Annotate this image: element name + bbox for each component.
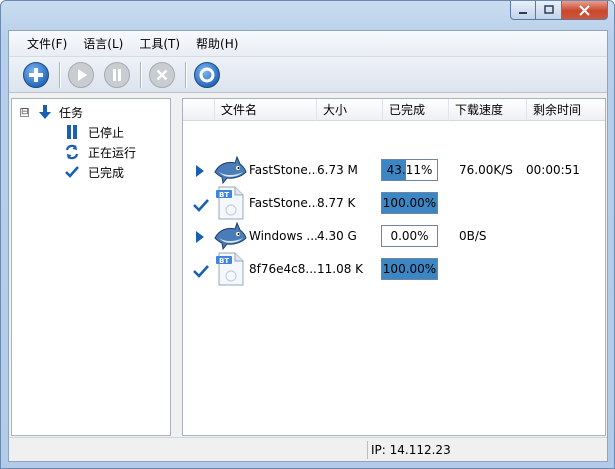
column-header-name[interactable]: 文件名 <box>215 99 317 121</box>
download-speed <box>459 253 531 286</box>
file-name: Windows ... <box>249 229 317 243</box>
play-triangle-icon <box>196 165 204 177</box>
menu-help[interactable]: 帮助(H) <box>188 33 246 54</box>
file-name: 8f76e4c8... <box>249 262 317 276</box>
minimize-icon <box>519 12 527 14</box>
progress-text: 100.00% <box>382 262 437 276</box>
plus-circle-icon <box>23 61 49 88</box>
file-name: FastStone... <box>249 196 317 210</box>
tree-item-stopped[interactable]: 已停止 <box>64 123 124 141</box>
check-icon <box>193 199 209 212</box>
bt-file-icon: BT <box>216 252 244 286</box>
status-divider <box>367 441 368 459</box>
time-remaining: 00:00:51 <box>526 163 580 177</box>
tree-label: 已停止 <box>88 125 125 140</box>
download-speed: 76.00K/S <box>459 163 513 177</box>
table-row[interactable]: BT FastStone... 8.77 K 100.00% <box>183 186 605 220</box>
tree-label: 任务 <box>59 105 84 120</box>
progress-bar: 43.11% <box>381 159 438 181</box>
check-icon <box>193 265 209 278</box>
delete-button[interactable] <box>147 60 177 90</box>
file-size: 11.08 K <box>317 262 364 276</box>
status-bar: IP: 14.112.23 <box>9 437 607 461</box>
shark-icon <box>214 222 247 250</box>
file-size: 8.77 K <box>317 196 356 210</box>
progress-text: 100.00% <box>382 196 437 210</box>
collapse-toggle[interactable]: ⊟ <box>20 107 29 117</box>
shark-icon <box>214 156 247 184</box>
app-window: 文件(F) 语言(L) 工具(T) 帮助(H) ⊟ 任务 已停止 正在运行 已完… <box>0 0 615 469</box>
list-header: 文件名 大小 已完成 下载速度 剩余时间 <box>183 99 605 121</box>
ring-icon <box>194 61 220 88</box>
progress-bar: 100.00% <box>381 258 438 280</box>
tree-item-completed[interactable]: 已完成 <box>64 163 124 181</box>
menu-bar: 文件(F) 语言(L) 工具(T) 帮助(H) <box>9 31 607 57</box>
settings-button[interactable] <box>192 60 222 90</box>
toolbar-separator <box>140 61 141 88</box>
task-tree: ⊟ 任务 已停止 正在运行 已完成 <box>11 98 171 436</box>
tree-root-tasks[interactable]: ⊟ 任务 <box>20 103 83 121</box>
minimize-button[interactable] <box>510 1 536 20</box>
svg-text:BT: BT <box>219 191 229 199</box>
bt-file-icon: BT <box>216 186 244 220</box>
column-header-speed[interactable]: 下载速度 <box>449 99 527 121</box>
toolbar-separator <box>59 61 60 88</box>
column-header-remaining[interactable]: 剩余时间 <box>527 99 605 121</box>
tree-label: 正在运行 <box>88 145 137 160</box>
header-spacer <box>183 99 215 121</box>
window-controls <box>510 1 608 20</box>
start-button[interactable] <box>66 60 96 90</box>
column-header-progress[interactable]: 已完成 <box>383 99 449 121</box>
menu-language[interactable]: 语言(L) <box>75 33 131 54</box>
time-remaining <box>526 220 605 253</box>
close-button[interactable] <box>562 1 608 20</box>
table-row[interactable]: BT 8f76e4c8... 11.08 K 100.00% <box>183 252 605 286</box>
table-row[interactable]: Windows ... 4.30 G 0.00% 0B/S <box>183 220 605 253</box>
ip-address: IP: 14.112.23 <box>371 443 451 457</box>
maximize-button[interactable] <box>536 1 562 20</box>
file-name: FastStone... <box>249 163 317 177</box>
file-size: 6.73 M <box>317 163 358 177</box>
check-icon <box>65 166 79 178</box>
time-remaining <box>526 187 605 220</box>
progress-text: 43.11% <box>386 163 433 177</box>
file-size: 4.30 G <box>317 229 357 243</box>
play-icon <box>68 61 94 88</box>
down-arrow-icon <box>39 105 51 119</box>
progress-bar: 100.00% <box>381 192 438 214</box>
tree-label: 已完成 <box>88 165 125 180</box>
toolbar <box>9 57 607 93</box>
title-bar[interactable] <box>1 1 614 27</box>
progress-text: 0.00% <box>390 229 429 243</box>
download-speed: 0B/S <box>459 229 487 243</box>
maximize-icon <box>543 5 554 14</box>
download-list: 文件名 大小 已完成 下载速度 剩余时间 FastStone... 6.73 M <box>182 98 606 436</box>
add-task-button[interactable] <box>21 60 51 90</box>
column-header-size[interactable]: 大小 <box>317 99 383 121</box>
progress-bar: 0.00% <box>381 225 438 247</box>
play-triangle-icon <box>196 231 204 243</box>
toolbar-separator <box>185 61 186 88</box>
client-area: 文件(F) 语言(L) 工具(T) 帮助(H) ⊟ 任务 已停止 正在运行 已完… <box>8 30 608 462</box>
download-speed <box>459 187 531 220</box>
pause-icon <box>67 125 77 139</box>
refresh-icon <box>65 144 79 160</box>
close-icon <box>579 4 590 16</box>
tree-item-running[interactable]: 正在运行 <box>64 143 136 161</box>
menu-file[interactable]: 文件(F) <box>19 33 75 54</box>
menu-tools[interactable]: 工具(T) <box>131 33 188 54</box>
pause-button[interactable] <box>102 60 132 90</box>
pause-icon <box>104 61 130 88</box>
svg-text:BT: BT <box>219 257 229 265</box>
close-circle-icon <box>149 61 175 88</box>
time-remaining <box>526 253 605 286</box>
table-row[interactable]: FastStone... 6.73 M 43.11% 76.00K/S 00:0… <box>183 154 605 187</box>
